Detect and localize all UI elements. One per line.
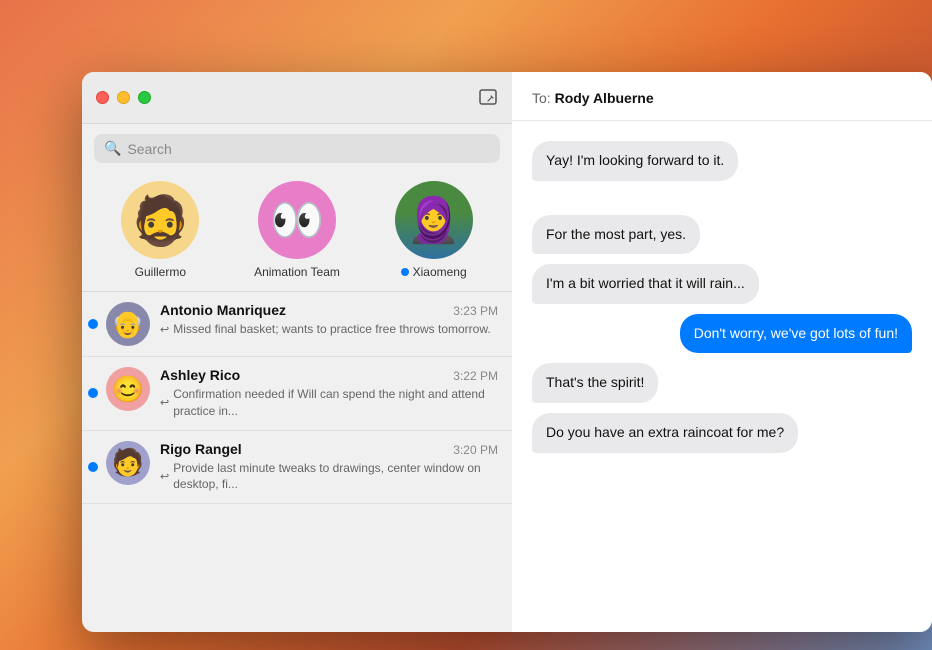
bubble-row-5: That's the spirit! — [532, 363, 912, 403]
to-label: To: — [532, 90, 551, 106]
message-preview: Missed final basket; wants to practice f… — [173, 321, 490, 338]
message-list: 👴 Antonio Manriquez 3:23 PM ↩ Missed fin… — [82, 292, 512, 632]
preview-icon-line: ↩ Missed final basket; wants to practice… — [160, 321, 498, 338]
message-content-ashley: Ashley Rico 3:22 PM ↩ Confirmation neede… — [160, 367, 498, 420]
message-header: Antonio Manriquez 3:23 PM — [160, 302, 498, 318]
reply-icon: ↩ — [160, 396, 169, 409]
message-time: 3:23 PM — [453, 304, 498, 318]
pinned-name-guillermo: Guillermo — [135, 265, 186, 279]
message-preview: Provide last minute tweaks to drawings, … — [173, 460, 498, 494]
message-item-ashley[interactable]: 😊 Ashley Rico 3:22 PM ↩ Confirmation nee… — [82, 357, 512, 431]
compose-button[interactable] — [478, 88, 498, 108]
avatar-antonio: 👴 — [106, 302, 150, 346]
messages-window: 🔍 Search 🧔 Guillermo 👀 Animation Team 🧕 — [82, 72, 932, 632]
avatar-ashley: 😊 — [106, 367, 150, 411]
traffic-lights — [96, 91, 151, 104]
pinned-name-animation-team: Animation Team — [254, 265, 340, 279]
avatar-animation-team: 👀 — [258, 181, 336, 259]
bubble-row-3: I'm a bit worried that it will rain... — [532, 264, 912, 304]
sender-name: Ashley Rico — [160, 367, 240, 383]
bubble-received: For the most part, yes. — [532, 215, 700, 255]
chat-panel: To: Rody Albuerne Yay! I'm looking forwa… — [512, 72, 932, 632]
pinned-contact-animation-team[interactable]: 👀 Animation Team — [242, 181, 352, 279]
chat-recipient: Rody Albuerne — [555, 90, 654, 106]
bubble-sent: Don't worry, we've got lots of fun! — [680, 314, 912, 354]
pinned-contacts: 🧔 Guillermo 👀 Animation Team 🧕 Xiaomeng — [82, 173, 512, 292]
sender-name: Rigo Rangel — [160, 441, 242, 457]
bubble-received: That's the spirit! — [532, 363, 658, 403]
message-preview: Confirmation needed if Will can spend th… — [173, 386, 498, 420]
bubble-row-4: Don't worry, we've got lots of fun! — [532, 314, 912, 354]
bubble-row-1: Yay! I'm looking forward to it. — [532, 141, 912, 181]
sender-name: Antonio Manriquez — [160, 302, 286, 318]
close-button[interactable] — [96, 91, 109, 104]
unread-indicator — [88, 319, 98, 329]
message-header: Ashley Rico 3:22 PM — [160, 367, 498, 383]
pinned-contact-xiaomeng[interactable]: 🧕 Xiaomeng — [379, 181, 489, 279]
titlebar — [82, 72, 512, 124]
message-header: Rigo Rangel 3:20 PM — [160, 441, 498, 457]
chat-header: To: Rody Albuerne — [512, 72, 932, 121]
reply-icon: ↩ — [160, 470, 169, 483]
search-bar[interactable]: 🔍 Search — [94, 134, 500, 163]
message-content-antonio: Antonio Manriquez 3:23 PM ↩ Missed final… — [160, 302, 498, 338]
avatar-guillermo: 🧔 — [121, 181, 199, 259]
message-content-rigo: Rigo Rangel 3:20 PM ↩ Provide last minut… — [160, 441, 498, 494]
bubble-received: Yay! I'm looking forward to it. — [532, 141, 738, 181]
preview-icon-line: ↩ Provide last minute tweaks to drawings… — [160, 460, 498, 494]
bubble-received: Do you have an extra raincoat for me? — [532, 413, 798, 453]
sidebar: 🔍 Search 🧔 Guillermo 👀 Animation Team 🧕 — [82, 72, 512, 632]
avatar-rigo: 🧑 — [106, 441, 150, 485]
avatar-xiaomeng: 🧕 — [395, 181, 473, 259]
chat-messages: Yay! I'm looking forward to it. For the … — [512, 121, 932, 632]
preview-icon-line: ↩ Confirmation needed if Will can spend … — [160, 386, 498, 420]
recipient-line: To: Rody Albuerne — [532, 90, 912, 106]
maximize-button[interactable] — [138, 91, 151, 104]
reply-icon: ↩ — [160, 323, 169, 336]
spacer — [532, 191, 912, 205]
message-time: 3:20 PM — [453, 443, 498, 457]
message-item-rigo[interactable]: 🧑 Rigo Rangel 3:20 PM ↩ Provide last min… — [82, 431, 512, 505]
bubble-row-2: For the most part, yes. — [532, 215, 912, 255]
minimize-button[interactable] — [117, 91, 130, 104]
unread-indicator — [88, 462, 98, 472]
pinned-name-xiaomeng: Xiaomeng — [401, 265, 467, 279]
bubble-received: I'm a bit worried that it will rain... — [532, 264, 759, 304]
search-icon: 🔍 — [104, 140, 121, 157]
message-time: 3:22 PM — [453, 369, 498, 383]
bubble-row-6: Do you have an extra raincoat for me? — [532, 413, 912, 453]
search-placeholder: Search — [127, 141, 171, 157]
unread-indicator — [88, 388, 98, 398]
message-item-antonio[interactable]: 👴 Antonio Manriquez 3:23 PM ↩ Missed fin… — [82, 292, 512, 357]
pinned-contact-guillermo[interactable]: 🧔 Guillermo — [105, 181, 215, 279]
online-indicator — [401, 268, 409, 276]
